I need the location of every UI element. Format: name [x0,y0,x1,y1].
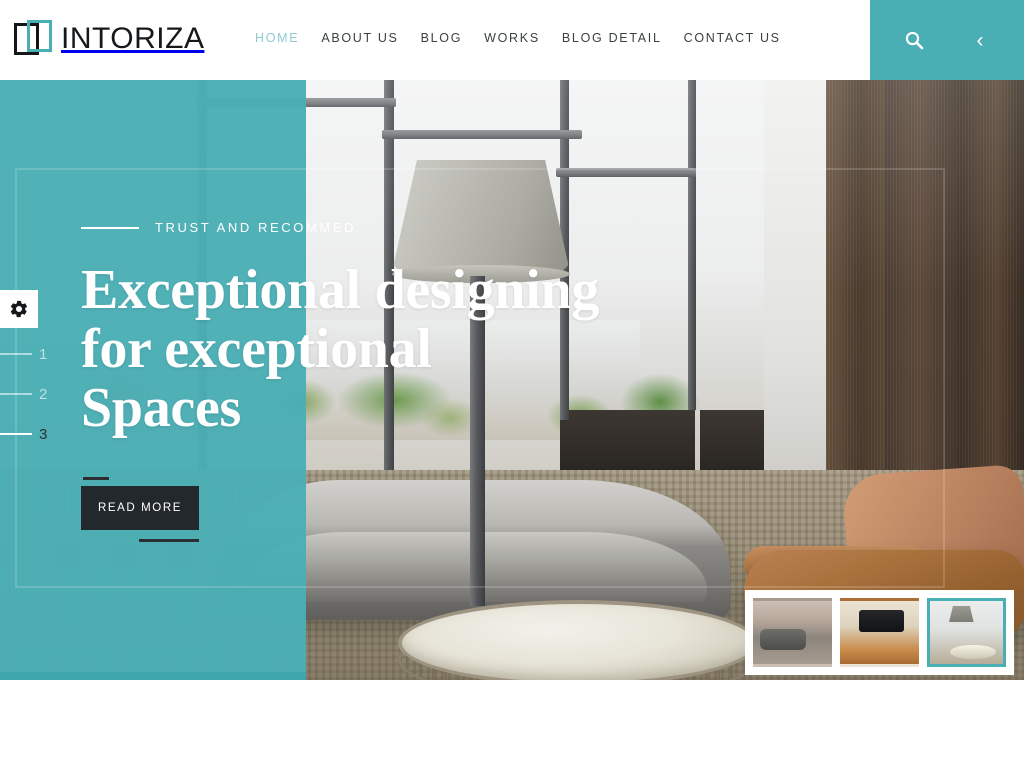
hero-slider: TRUST AND RECOMMED Exceptional designing… [0,80,1024,680]
cta-decoration-top [83,477,109,480]
nav-item-blog-detail[interactable]: BLOG DETAIL [562,31,684,45]
hero-eyebrow: TRUST AND RECOMMED [81,220,701,235]
nav-item-blog[interactable]: BLOG [421,31,485,45]
nav-item-contact-us[interactable]: CONTACT US [684,31,803,45]
thumbnail-tv-wall[interactable] [840,598,919,667]
hero-cta-wrap: READ MORE [81,477,199,542]
page-root: INTORIZA HOME ABOUT US BLOG WORKS BLOG D… [0,0,1024,768]
chevron-left-icon[interactable]: ‹ [967,27,993,53]
gear-icon[interactable] [0,290,38,328]
nav-item-home[interactable]: HOME [255,31,321,45]
slide-pagination-3[interactable]: 3 [0,414,64,454]
cta-decoration-bottom [139,539,199,542]
pagination-dash [0,353,32,355]
pagination-dash [0,393,32,395]
hero-title: Exceptional designing for exceptional Sp… [81,259,600,439]
thumbnail-lounge-table[interactable] [927,598,1006,667]
brand-name: INTORIZA [61,22,205,55]
interior-wood-wall-secondary [826,80,884,510]
pagination-number: 3 [39,425,48,443]
pagination-number: 1 [39,345,48,363]
hero-eyebrow-text: TRUST AND RECOMMED [155,220,357,235]
slide-pagination-2[interactable]: 2 [0,374,64,414]
site-header: INTORIZA HOME ABOUT US BLOG WORKS BLOG D… [0,0,1024,80]
header-utility-bar: ‹ [870,0,1024,80]
hero-thumbnail-strip [745,590,1014,675]
eyebrow-rule [81,226,139,229]
main-navigation: HOME ABOUT US BLOG WORKS BLOG DETAIL CON… [255,31,803,45]
slide-pagination-1[interactable]: 1 [0,334,64,374]
search-icon[interactable] [901,27,927,53]
read-more-button[interactable]: READ MORE [81,486,199,530]
nav-item-about-us[interactable]: ABOUT US [321,31,420,45]
round-coffee-table [398,600,758,680]
pagination-number: 2 [39,385,48,403]
hero-bottom-accent-strip [0,672,306,680]
interior-light-wall [764,80,826,480]
brand-logo[interactable]: INTORIZA [14,20,204,58]
nav-item-works[interactable]: WORKS [484,31,562,45]
pagination-dash [0,433,32,435]
hero-content: TRUST AND RECOMMED Exceptional designing… [81,220,701,542]
thumbnail-living-room[interactable] [753,598,832,667]
next-section [0,680,1024,768]
chevron-left-glyph: ‹ [976,28,984,52]
slider-pagination-rail: 1 2 3 [0,290,64,454]
two-overlapping-squares-logo-icon [14,20,52,58]
